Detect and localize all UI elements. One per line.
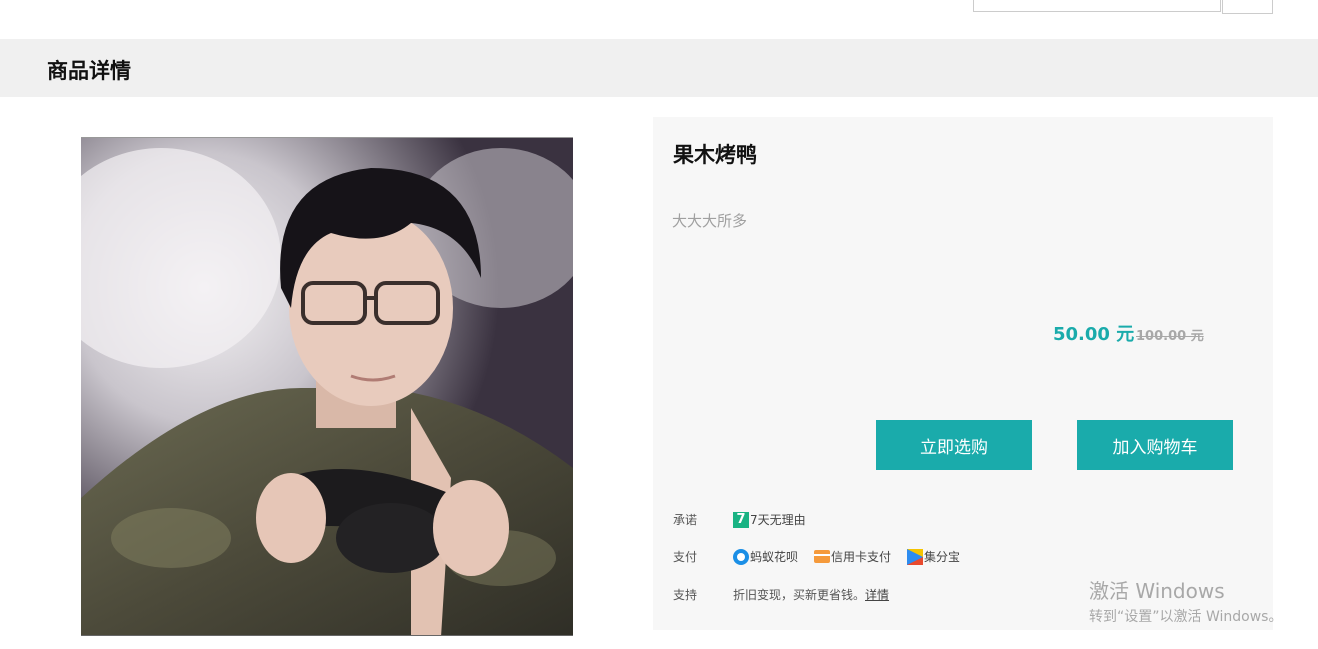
windows-activation-watermark: 激活 Windows 转到“设置”以激活 Windows。 bbox=[1089, 575, 1282, 626]
huabei-icon bbox=[733, 548, 749, 565]
page-title: 商品详情 bbox=[47, 59, 131, 83]
seven-day-return: 7 7天无理由 bbox=[733, 511, 806, 528]
product-name: 果木烤鸭 bbox=[673, 143, 757, 167]
promise-row: 承诺 7 7天无理由 bbox=[673, 511, 822, 528]
product-info-panel: 果木烤鸭 大大大所多 50.00 元 100.00 元 立即选购 加入购物车 承… bbox=[653, 117, 1273, 630]
payment-credit-card: 信用卡支付 bbox=[814, 548, 891, 565]
product-description: 大大大所多 bbox=[672, 212, 748, 230]
watermark-title: 激活 Windows bbox=[1089, 579, 1225, 603]
seven-day-text: 7天无理由 bbox=[750, 513, 806, 527]
payment-credit-card-text: 信用卡支付 bbox=[831, 550, 892, 564]
search-button[interactable] bbox=[1222, 0, 1273, 14]
support-detail-link[interactable]: 详情 bbox=[865, 586, 889, 603]
payment-label: 支付 bbox=[673, 550, 698, 564]
payment-huabei: 蚂蚁花呗 bbox=[733, 548, 798, 565]
current-price: 50.00 元 bbox=[1053, 324, 1135, 345]
support-label: 支持 bbox=[673, 588, 698, 602]
payment-row: 支付 蚂蚁花呗 信用卡支付 集分宝 bbox=[673, 548, 976, 565]
add-to-cart-button[interactable]: 加入购物车 bbox=[1077, 420, 1233, 470]
original-price: 100.00 元 bbox=[1136, 329, 1204, 344]
page-header: 商品详情 bbox=[0, 39, 1318, 97]
support-row: 支持 折旧变现，买新更省钱。 详情 bbox=[673, 586, 889, 603]
credit-card-icon bbox=[814, 550, 831, 563]
jifenbao-icon bbox=[907, 548, 924, 565]
seven-day-icon: 7 bbox=[733, 511, 749, 528]
payment-huabei-text: 蚂蚁花呗 bbox=[750, 550, 799, 564]
search-input[interactable] bbox=[973, 0, 1221, 12]
buy-now-button[interactable]: 立即选购 bbox=[876, 420, 1032, 470]
watermark-subtitle: 转到“设置”以激活 Windows。 bbox=[1089, 609, 1283, 625]
support-text: 折旧变现，买新更省钱。 bbox=[733, 588, 866, 602]
payment-jifenbao-text: 集分宝 bbox=[924, 550, 961, 564]
payment-jifenbao: 集分宝 bbox=[907, 548, 960, 565]
promise-label: 承诺 bbox=[673, 513, 698, 527]
top-bar bbox=[0, 0, 1318, 39]
product-image bbox=[81, 137, 573, 636]
product-photo bbox=[81, 138, 573, 635]
